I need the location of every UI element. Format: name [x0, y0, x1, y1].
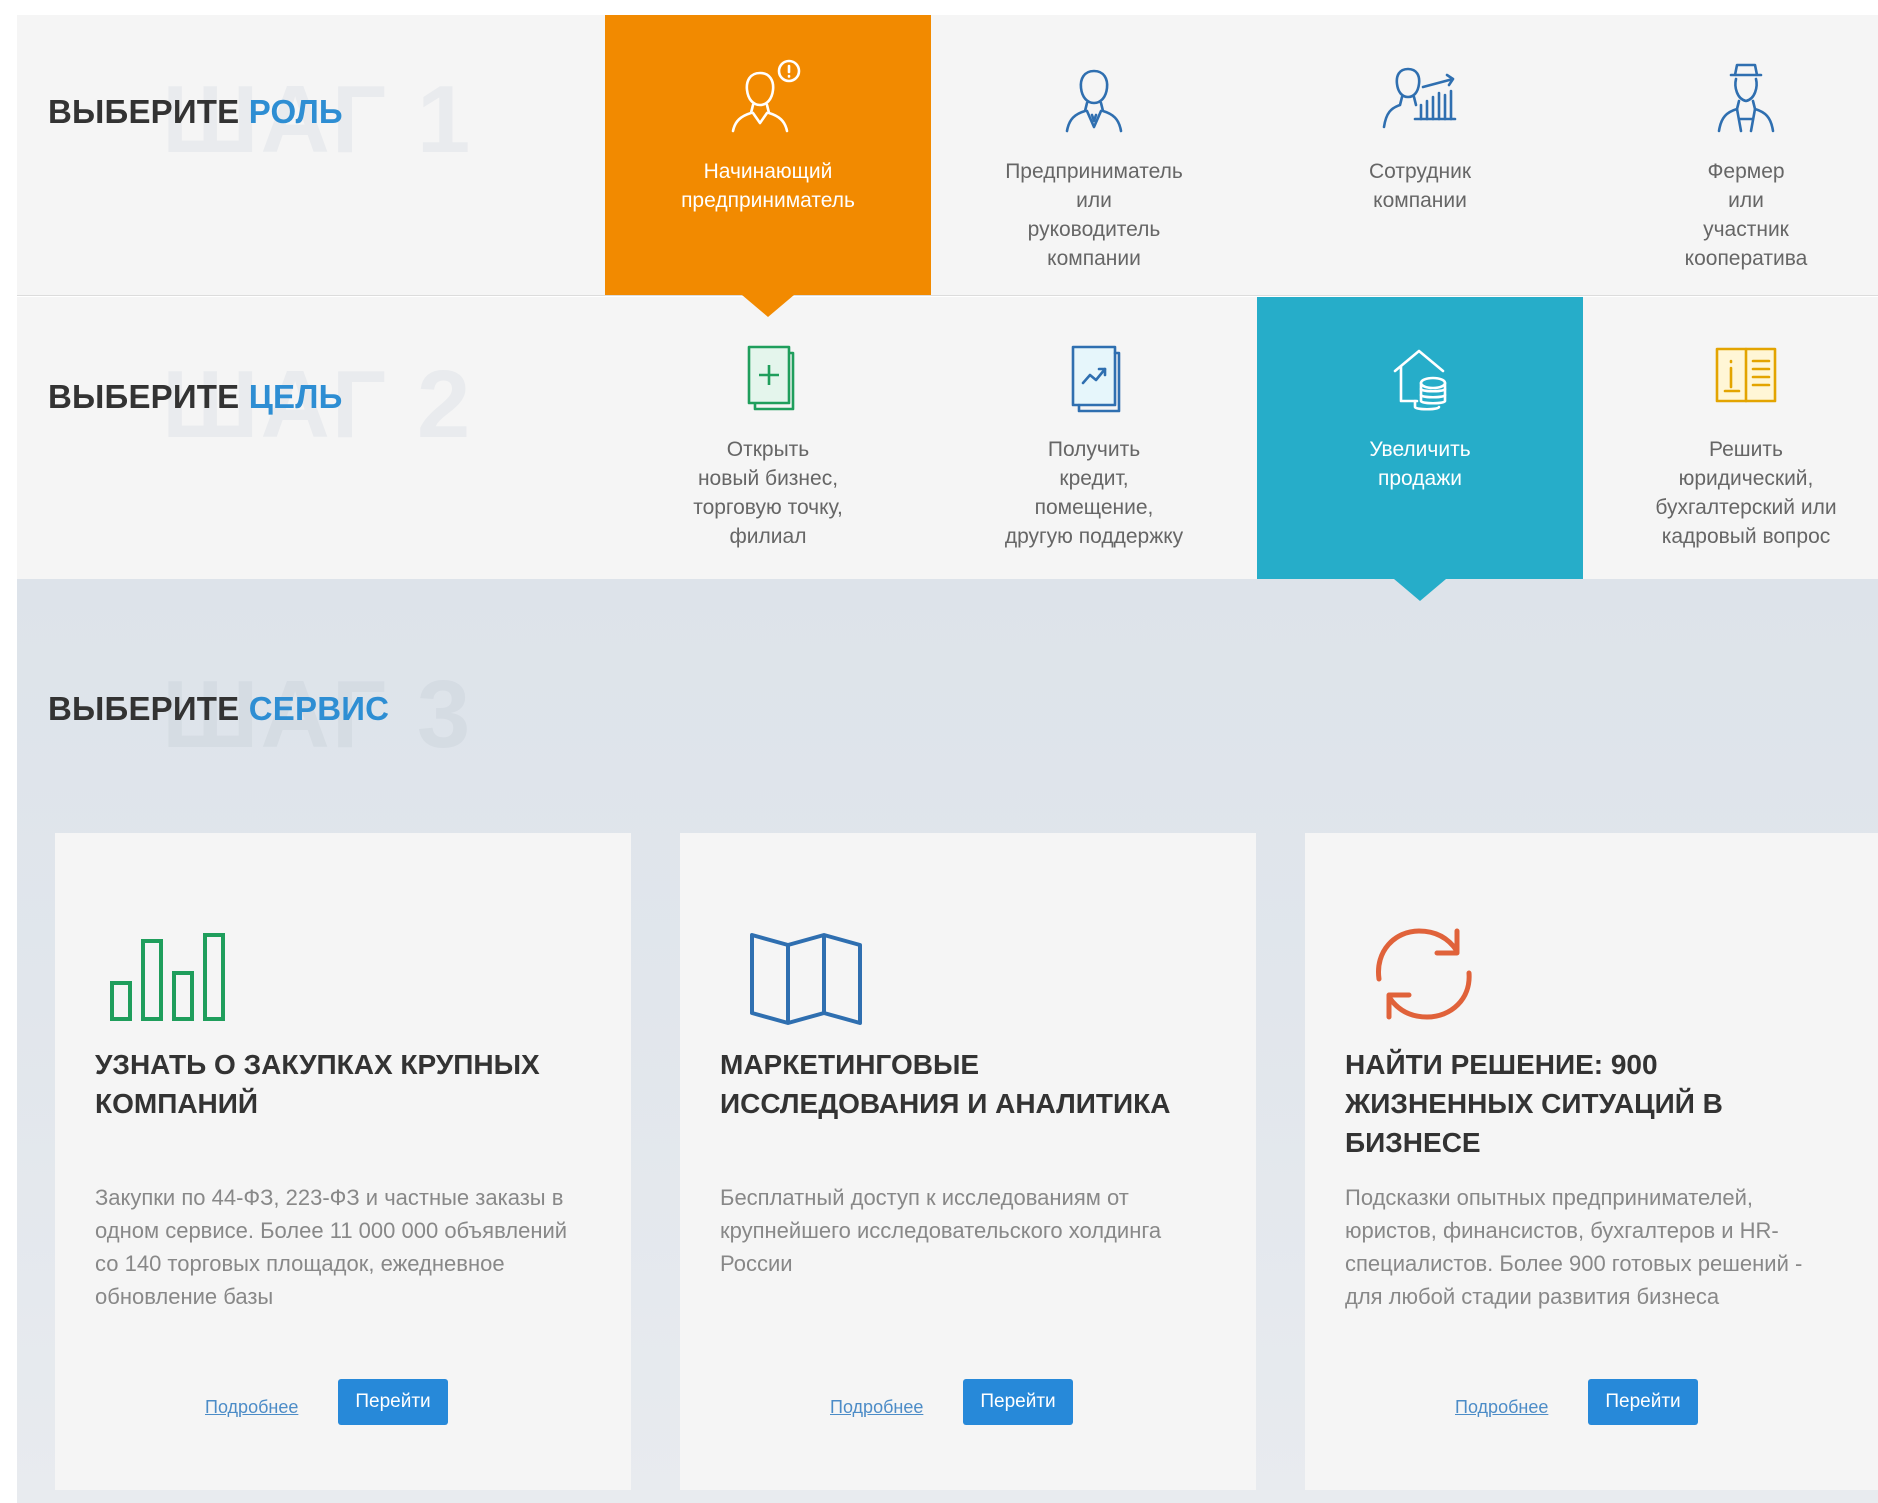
step1-role-section: ШАГ 1 ВЫБЕРИТЕ РОЛЬ Начинающий предприни…	[17, 15, 1878, 317]
more-link[interactable]: Подробнее	[205, 1397, 298, 1418]
step1-heading: ВЫБЕРИТЕ РОЛЬ	[48, 93, 343, 131]
open-book-icon	[1715, 347, 1777, 403]
role-option-entrepreneur[interactable]: Предприниматель или руководитель компани…	[931, 15, 1257, 295]
step2-goal-section: ШАГ 2 ВЫБЕРИТЕ ЦЕЛЬ Открыть новый бизнес…	[17, 297, 1878, 601]
goal-option-label: Решить юридический, бухгалтерский или ка…	[1655, 438, 1837, 548]
service-card-solutions: НАЙТИ РЕШЕНИЕ: 900 ЖИЗНЕННЫХ СИТУАЦИЙ В …	[1305, 833, 1878, 1490]
bar-chart-icon	[110, 933, 225, 1021]
step3-service-section: ШАГ 3 ВЫБЕРИТЕ СЕРВИС УЗНАТЬ О ЗАКУПКАХ …	[17, 579, 1878, 1503]
growth-chart-icon	[1071, 345, 1121, 413]
card-description: Подсказки опытных предпринимателей, юрис…	[1345, 1185, 1803, 1309]
folded-map-icon	[750, 933, 862, 1025]
role-option-farmer[interactable]: Фермер или участник кооператива	[1583, 15, 1878, 295]
card-title: УЗНАТЬ О ЗАКУПКАХ КРУПНЫХ КОМПАНИЙ	[95, 1049, 540, 1119]
role-option-label: Предприниматель или руководитель компани…	[1005, 160, 1183, 270]
goal-option-credit[interactable]: Получить кредит, помещение, другую подде…	[931, 297, 1257, 579]
step3-heading-prefix: ВЫБЕРИТЕ	[48, 690, 240, 727]
goal-option-legal[interactable]: Решить юридический, бухгалтерский или ка…	[1583, 297, 1878, 579]
card-title: МАРКЕТИНГОВЫЕ ИССЛЕДОВАНИЯ И АНАЛИТИКА	[720, 1049, 1171, 1119]
refresh-cycle-icon	[1376, 928, 1472, 1020]
role-option-label: Фермер или участник кооператива	[1684, 160, 1808, 270]
step3-heading-accent: СЕРВИС	[248, 690, 390, 727]
go-button[interactable]: Перейти	[338, 1379, 448, 1425]
active-pointer	[1394, 579, 1446, 601]
step2-heading: ВЫБЕРИТЕ ЦЕЛЬ	[48, 378, 343, 416]
service-card-purchases: УЗНАТЬ О ЗАКУПКАХ КРУПНЫХ КОМПАНИЙ Закуп…	[55, 833, 631, 1490]
goal-option-increase-sales[interactable]: Увеличить продажи	[1257, 297, 1583, 601]
card-description: Бесплатный доступ к исследованиям от кру…	[720, 1185, 1162, 1276]
goal-option-label: Получить кредит, помещение, другую подде…	[1004, 438, 1184, 548]
go-button[interactable]: Перейти	[1588, 1379, 1698, 1425]
role-option-beginner[interactable]: Начинающий предприниматель	[605, 15, 931, 317]
go-button[interactable]: Перейти	[963, 1379, 1073, 1425]
step3-heading: ВЫБЕРИТЕ СЕРВИС	[48, 690, 389, 728]
new-document-icon	[747, 345, 795, 411]
farmer-icon	[1717, 63, 1775, 133]
goal-option-label: Увеличить продажи	[1369, 438, 1471, 490]
more-link[interactable]: Подробнее	[830, 1397, 923, 1418]
beginner-entrepreneur-icon	[731, 59, 801, 133]
step2-heading-prefix: ВЫБЕРИТЕ	[48, 378, 240, 415]
card-title: НАЙТИ РЕШЕНИЕ: 900 ЖИЗНЕННЫХ СИТУАЦИЙ В …	[1345, 1049, 1723, 1158]
card-description: Закупки по 44-ФЗ, 223-ФЗ и частные заказ…	[95, 1185, 568, 1309]
role-option-employee[interactable]: Сотрудник компании	[1257, 15, 1583, 295]
employee-icon	[1382, 67, 1457, 129]
more-link[interactable]: Подробнее	[1455, 1397, 1548, 1418]
page: ШАГ 1 ВЫБЕРИТЕ РОЛЬ Начинающий предприни…	[0, 0, 1878, 1503]
active-pointer	[742, 295, 794, 317]
role-option-label: Начинающий предприниматель	[681, 160, 855, 212]
service-card-marketing: МАРКЕТИНГОВЫЕ ИССЛЕДОВАНИЯ И АНАЛИТИКА Б…	[680, 833, 1256, 1490]
house-coins-icon	[1393, 349, 1447, 411]
step1-heading-prefix: ВЫБЕРИТЕ	[48, 93, 240, 130]
role-option-label: Сотрудник компании	[1368, 160, 1472, 212]
step2-heading-accent: ЦЕЛЬ	[248, 378, 343, 415]
goal-option-open-business[interactable]: Открыть новый бизнес, торговую точку, фи…	[605, 297, 931, 579]
entrepreneur-icon	[1065, 69, 1123, 133]
step1-heading-accent: РОЛЬ	[248, 93, 343, 130]
goal-option-label: Открыть новый бизнес, торговую точку, фи…	[693, 438, 843, 548]
